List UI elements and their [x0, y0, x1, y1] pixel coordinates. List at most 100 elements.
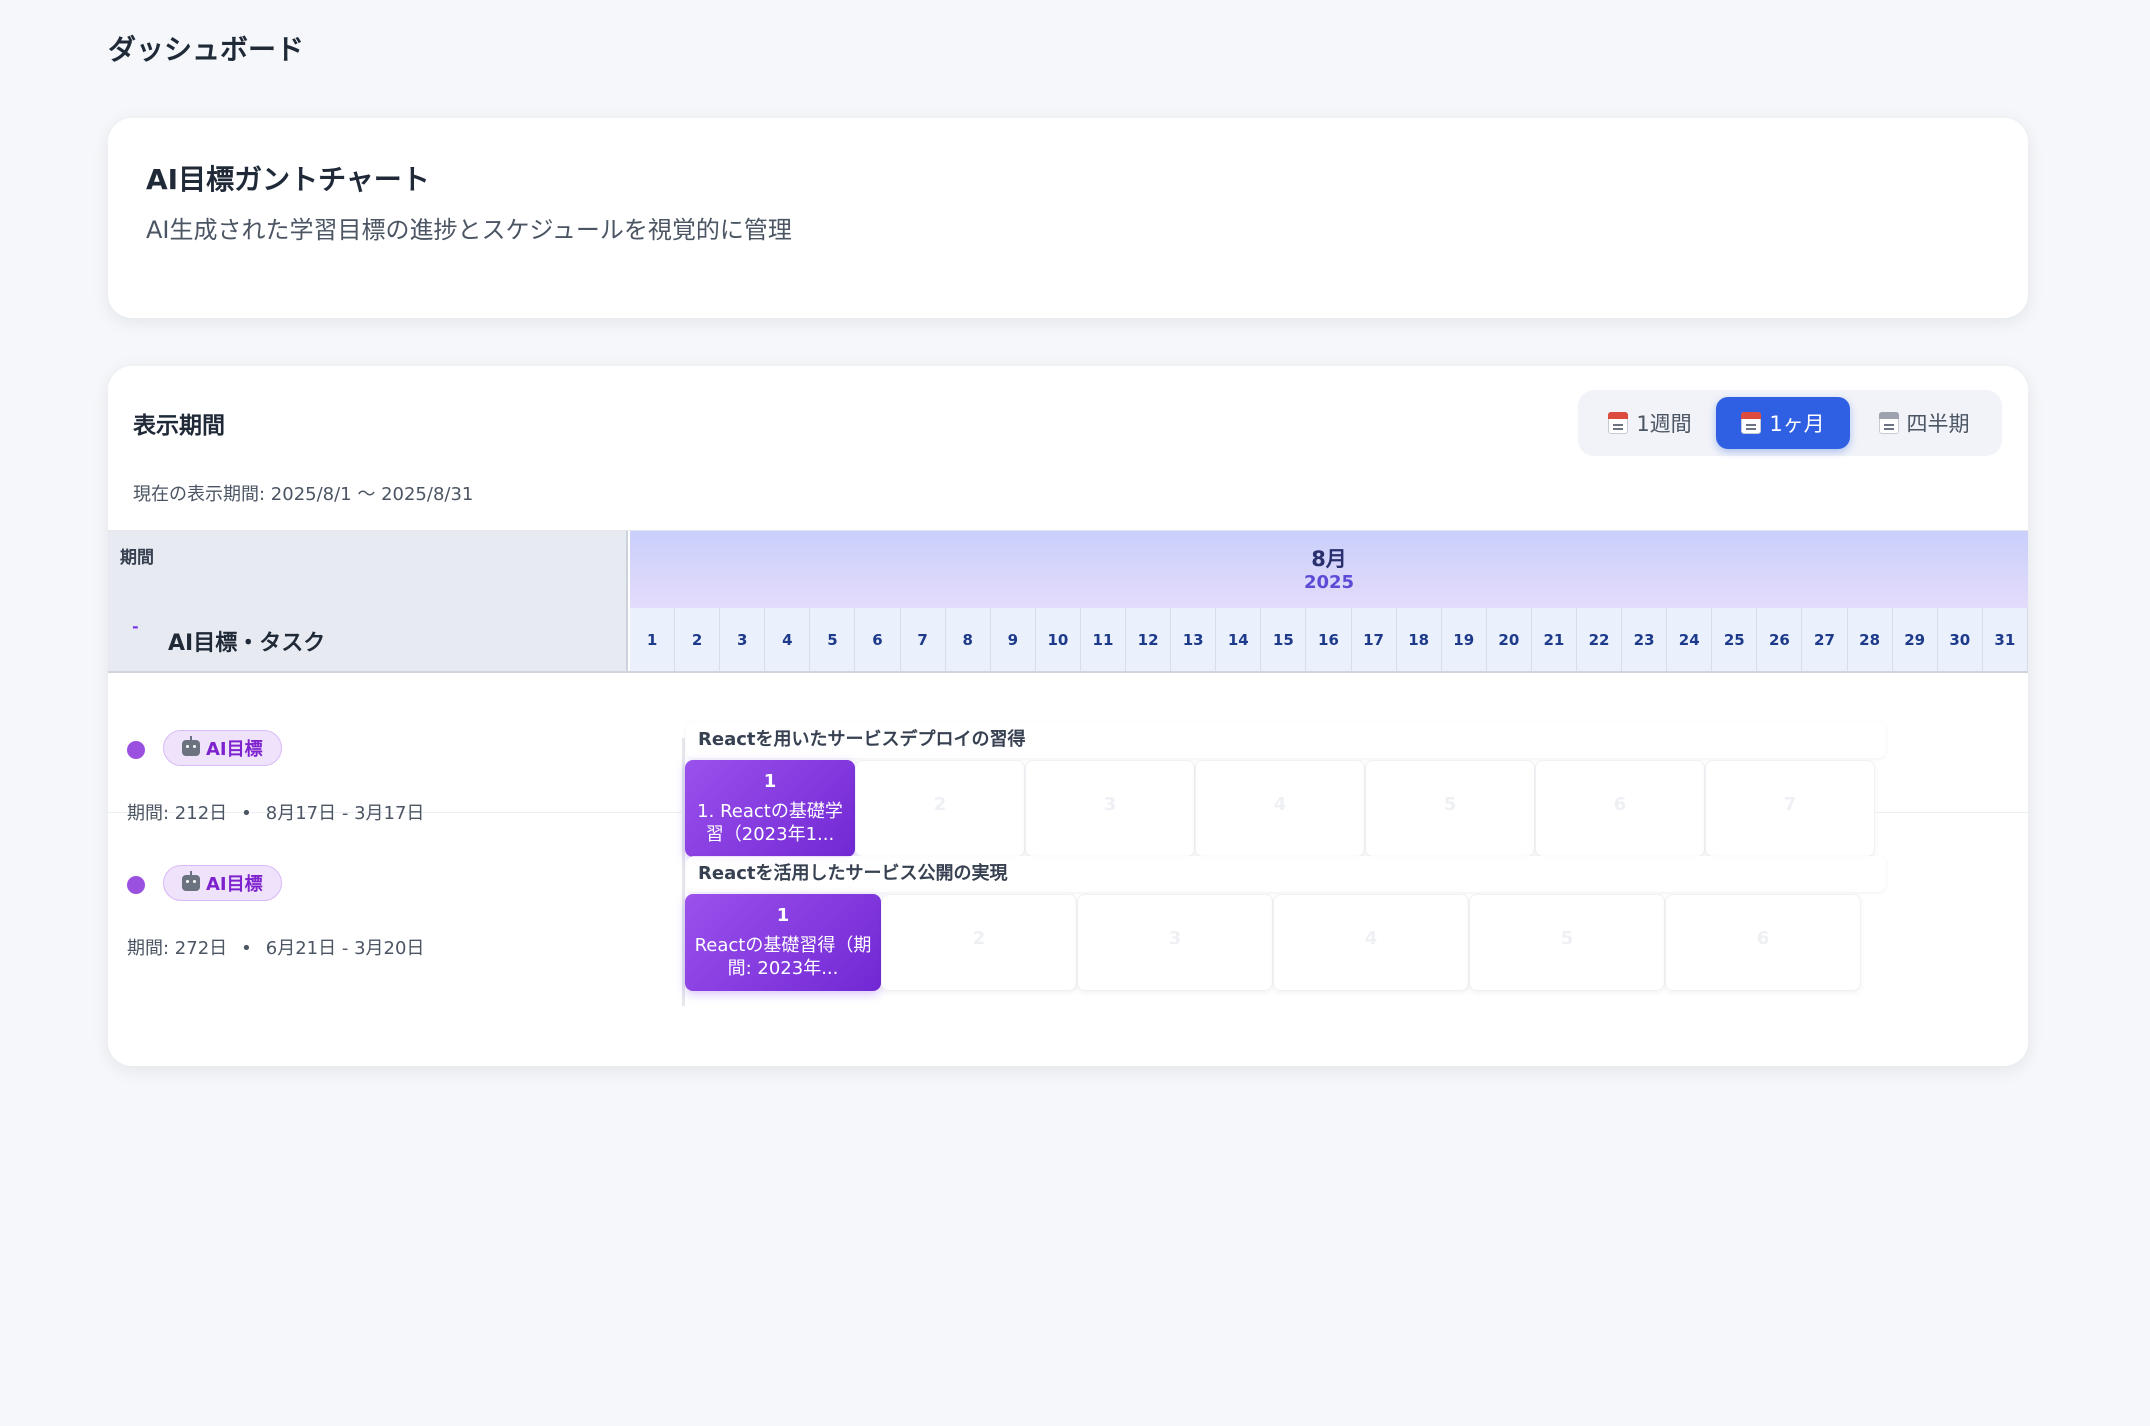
task-block-number: 2 [933, 794, 947, 815]
goal-meta: 期間: 272日 • 6月21日 - 3月20日 [127, 934, 424, 960]
ai-goal-badge-label: AI目標 [206, 874, 263, 895]
day-cell: 16 [1306, 608, 1352, 671]
day-cell: 3 [720, 608, 766, 671]
day-cell: 11 [1081, 608, 1127, 671]
task-block-label: Reactの基礎習得（期間: 2023年... [694, 935, 872, 979]
page-title: ダッシュボード [108, 33, 305, 66]
meta-separator: • [241, 938, 252, 959]
timeline-header: 8月 2025 1 2 3 4 5 6 7 8 9 10 11 12 13 14 15 16 17 18 19 20 2… [630, 531, 2028, 671]
day-cell: 26 [1757, 608, 1803, 671]
task-block-strip: 1 Reactの基礎習得（期間: 2023年... 2 3 4 5 6 [685, 894, 1861, 991]
day-cell: 8 [946, 608, 991, 671]
calendar-icon [1608, 412, 1629, 434]
task-block-number: 5 [1560, 928, 1574, 949]
day-cell: 19 [1442, 608, 1487, 671]
goal-timeline-title: Reactを用いたサービスデプロイの習得 [686, 722, 1886, 758]
year-label: 2025 [1303, 572, 1355, 593]
task-block[interactable]: 6 [1665, 894, 1861, 991]
day-cell: 31 [1983, 608, 2028, 671]
ai-goal-badge[interactable]: AI目標 [163, 730, 282, 766]
day-cell: 1 [630, 608, 676, 671]
robot-icon [182, 736, 200, 756]
task-column-header: 期間 - AI目標・タスク [108, 531, 628, 671]
month-label: 8月 [1311, 547, 1347, 571]
day-strip: 1 2 3 4 5 6 7 8 9 10 11 12 13 14 15 16 17 18 19 20 21 22 23 24 2… [630, 608, 2028, 671]
goal-status-dot [127, 876, 145, 894]
day-cell: 12 [1126, 608, 1172, 671]
task-block[interactable]: 5 [1365, 760, 1535, 857]
task-block[interactable]: 6 [1535, 760, 1705, 857]
task-column-label: AI目標・タスク [168, 631, 326, 656]
day-cell: 21 [1532, 608, 1577, 671]
day-cell: 6 [855, 608, 901, 671]
day-cell: 28 [1848, 608, 1893, 671]
view-period-toggle: 1週間 1ヶ月 四半期 [1578, 390, 2002, 456]
gantt-chart-title: AI目標ガントチャート [146, 163, 430, 196]
task-block-label: 1. Reactの基礎学習（2023年1... [697, 801, 843, 845]
task-block-number: 3 [1103, 794, 1117, 815]
period-title: 表示期間 [133, 413, 225, 439]
view-quarter-button[interactable]: 四半期 [1854, 397, 1994, 449]
intro-card: AI目標ガントチャート AI生成された学習目標の進捗とスケジュールを視覚的に管理 [108, 118, 2028, 318]
task-block[interactable]: 2 [855, 760, 1025, 857]
calendar-pad-icon [1878, 412, 1899, 434]
day-cell: 17 [1352, 608, 1397, 671]
view-month-label: 1ヶ月 [1769, 412, 1825, 436]
period-column-label: 期間 [120, 548, 154, 568]
day-cell: 13 [1171, 608, 1217, 671]
task-block[interactable]: 1 1. Reactの基礎学習（2023年1... [685, 760, 855, 857]
day-cell: 4 [765, 608, 811, 671]
task-block-number: 4 [1364, 928, 1378, 949]
day-cell: 5 [810, 608, 856, 671]
task-block-number: 3 [1168, 928, 1182, 949]
day-cell: 25 [1712, 608, 1758, 671]
day-cell: 20 [1487, 608, 1532, 671]
task-block[interactable]: 5 [1469, 894, 1665, 991]
task-block[interactable]: 3 [1025, 760, 1195, 857]
task-block-number: 6 [1613, 794, 1627, 815]
goal-duration: 期間: 272日 [127, 938, 228, 959]
task-block[interactable]: 2 [881, 894, 1077, 991]
day-cell: 27 [1802, 608, 1848, 671]
task-block-strip: 1 1. Reactの基礎学習（2023年1... 2 3 4 5 6 7 [685, 760, 1875, 857]
goal-date-range: 6月21日 - 3月20日 [265, 938, 425, 959]
day-cell: 2 [675, 608, 721, 671]
day-cell: 18 [1397, 608, 1442, 671]
task-block[interactable]: 4 [1195, 760, 1365, 857]
goal-status-dot [127, 741, 145, 759]
collapse-toggle[interactable]: - [132, 617, 139, 636]
calendar-icon [1741, 412, 1762, 434]
ai-goal-badge-label: AI目標 [206, 739, 263, 760]
task-block[interactable]: 4 [1273, 894, 1469, 991]
task-block-number: 1 [776, 905, 790, 926]
gantt-card: 表示期間 現在の表示期間: 2025/8/1 〜 2025/8/31 1週間 1… [108, 366, 2028, 1066]
task-block[interactable]: 7 [1705, 760, 1875, 857]
task-block-number: 4 [1273, 794, 1287, 815]
task-block-number: 2 [972, 928, 986, 949]
view-week-label: 1週間 [1636, 412, 1692, 436]
gantt-header: 期間 - AI目標・タスク 8月 2025 1 2 3 4 5 6 7 8 9 10 11 12 13 1… [108, 530, 2028, 673]
view-quarter-label: 四半期 [1906, 412, 1970, 436]
task-block-number: 6 [1756, 928, 1770, 949]
task-block-number: 7 [1783, 794, 1797, 815]
day-cell: 14 [1216, 608, 1262, 671]
day-cell: 7 [901, 608, 946, 671]
day-cell: 10 [1036, 608, 1081, 671]
day-cell: 29 [1893, 608, 1938, 671]
day-cell: 23 [1622, 608, 1668, 671]
view-week-button[interactable]: 1週間 [1586, 397, 1714, 449]
task-block[interactable]: 3 [1077, 894, 1273, 991]
robot-icon [182, 871, 200, 891]
view-month-button[interactable]: 1ヶ月 [1716, 397, 1850, 449]
ai-goal-badge[interactable]: AI目標 [163, 865, 282, 901]
task-block-number: 1 [763, 771, 777, 792]
task-block[interactable]: 1 Reactの基礎習得（期間: 2023年... [685, 894, 881, 991]
day-cell: 15 [1261, 608, 1307, 671]
day-cell: 24 [1667, 608, 1713, 671]
task-block-number: 5 [1443, 794, 1457, 815]
gantt-chart-description: AI生成された学習目標の進捗とスケジュールを視覚的に管理 [146, 216, 792, 244]
day-cell: 22 [1577, 608, 1623, 671]
current-period-text: 現在の表示期間: 2025/8/1 〜 2025/8/31 [133, 484, 474, 505]
day-cell: 9 [991, 608, 1036, 671]
day-cell: 30 [1938, 608, 1983, 671]
